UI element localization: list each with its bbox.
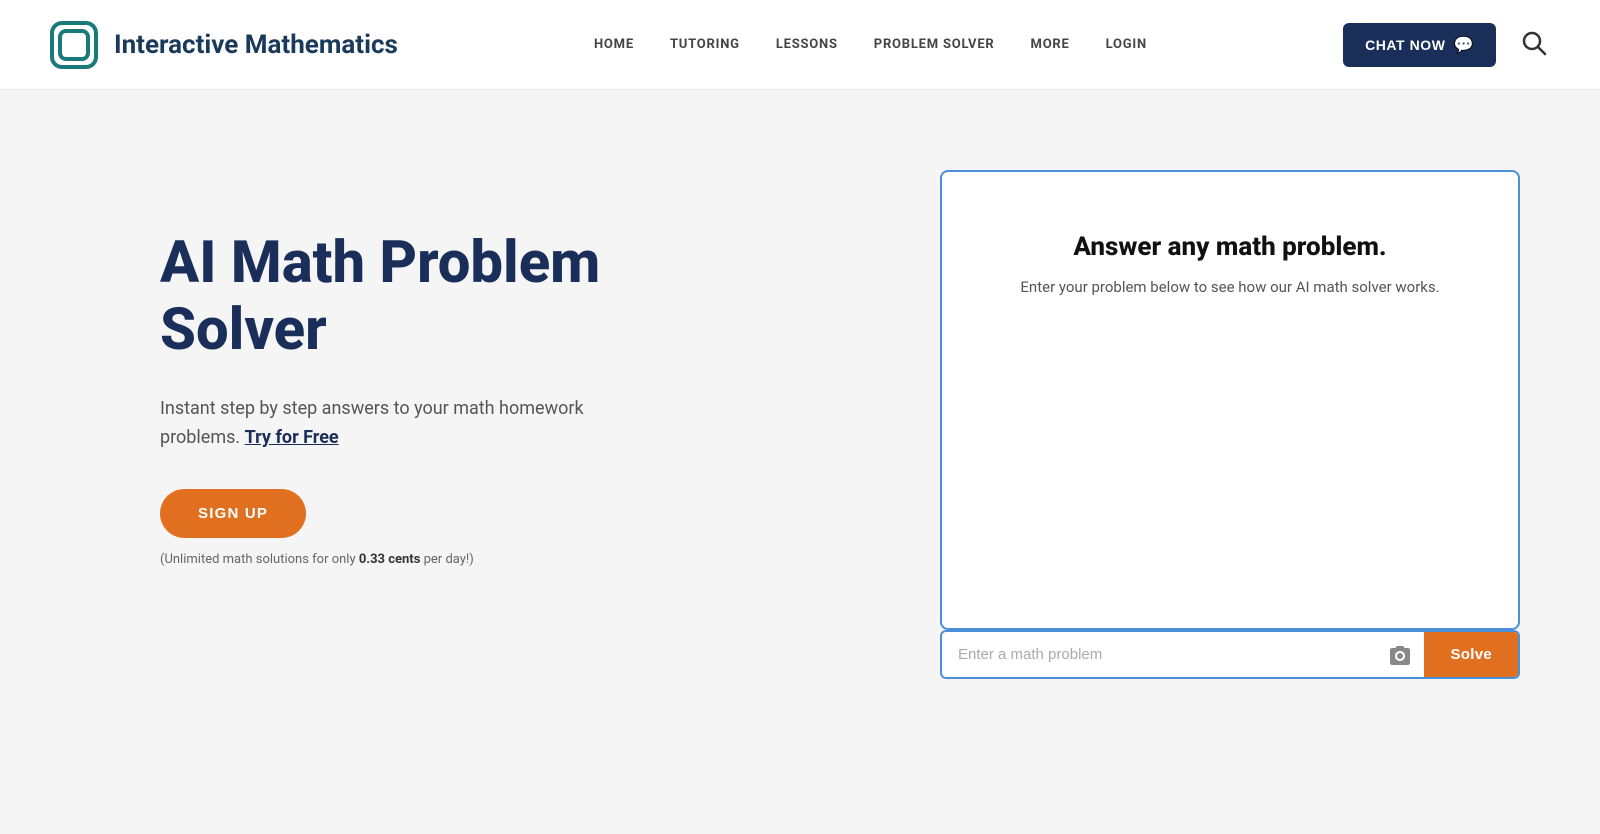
chat-bubble-icon: 💬 <box>1454 35 1474 55</box>
main-nav: HOME TUTORING LESSONS PROBLEM SOLVER MOR… <box>594 37 1147 52</box>
logo-text: Interactive Mathematics <box>114 30 398 60</box>
solver-card-subtitle: Enter your problem below to see how our … <box>1020 278 1439 296</box>
main-content: AI Math Problem Solver Instant step by s… <box>0 90 1600 834</box>
pricing-bold: 0.33 cents <box>359 552 421 567</box>
math-problem-input[interactable] <box>942 632 1376 677</box>
hero-section: AI Math Problem Solver Instant step by s… <box>160 170 640 567</box>
site-header: Interactive Mathematics HOME TUTORING LE… <box>0 0 1600 90</box>
solver-input-row: Solve <box>940 630 1520 679</box>
solver-empty-area <box>982 336 1478 588</box>
logo-icon <box>48 19 100 71</box>
nav-home[interactable]: HOME <box>594 37 634 52</box>
solver-section: Answer any math problem. Enter your prob… <box>940 170 1520 679</box>
solve-button[interactable]: Solve <box>1424 632 1518 677</box>
nav-problem-solver[interactable]: PROBLEM SOLVER <box>874 37 995 52</box>
search-button[interactable] <box>1516 25 1552 64</box>
camera-icon <box>1388 643 1412 667</box>
chat-now-label: CHAT NOW <box>1365 37 1445 53</box>
header-actions: CHAT NOW 💬 <box>1343 23 1552 67</box>
signup-button[interactable]: SIGN UP <box>160 489 306 538</box>
nav-login[interactable]: LOGIN <box>1106 37 1147 52</box>
hero-subtitle-text: Instant step by step answers to your mat… <box>160 398 584 448</box>
logo-link[interactable]: Interactive Mathematics <box>48 19 398 71</box>
nav-tutoring[interactable]: TUTORING <box>670 37 740 52</box>
try-free-link[interactable]: Try for Free <box>245 427 339 448</box>
pricing-note: (Unlimited math solutions for only 0.33 … <box>160 552 640 567</box>
nav-more[interactable]: MORE <box>1031 37 1070 52</box>
chat-now-button[interactable]: CHAT NOW 💬 <box>1343 23 1496 67</box>
pricing-prefix: (Unlimited math solutions for only <box>160 552 359 567</box>
hero-title: AI Math Problem Solver <box>160 230 640 363</box>
hero-subtitle: Instant step by step answers to your mat… <box>160 395 640 453</box>
solver-card: Answer any math problem. Enter your prob… <box>940 170 1520 630</box>
pricing-suffix: per day!) <box>420 552 473 567</box>
solver-card-title: Answer any math problem. <box>1073 232 1386 262</box>
nav-lessons[interactable]: LESSONS <box>776 37 838 52</box>
camera-button[interactable] <box>1376 633 1424 677</box>
search-icon <box>1520 29 1548 57</box>
